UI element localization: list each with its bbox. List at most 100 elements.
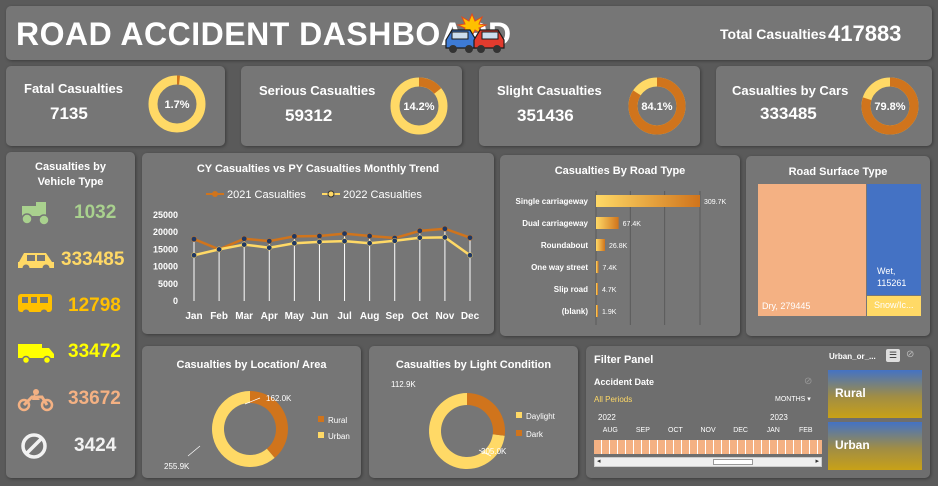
legend-2021: 2021 Casualties bbox=[227, 189, 306, 201]
scroll-left-icon[interactable]: ◂ bbox=[597, 458, 601, 466]
road-type-bar[interactable] bbox=[596, 261, 599, 273]
series-line bbox=[193, 236, 471, 257]
data-point[interactable] bbox=[467, 252, 473, 259]
data-point[interactable] bbox=[442, 234, 448, 241]
data-point[interactable] bbox=[191, 236, 197, 242]
kpi-card-cars: Casualties by Cars 333485 79.8% bbox=[716, 66, 932, 146]
data-point[interactable] bbox=[366, 233, 373, 239]
data-point[interactable] bbox=[241, 235, 248, 242]
light-condition-card: Casualties by Light Condition 112.9K 305… bbox=[369, 346, 578, 478]
road-type-bar[interactable] bbox=[596, 195, 700, 207]
kpi-value: 59312 bbox=[285, 106, 333, 125]
donut-segment[interactable] bbox=[467, 393, 505, 436]
x-tick-label: Nov bbox=[435, 311, 454, 322]
kpi-percent: 84.1% bbox=[641, 101, 672, 113]
header-bar: ROAD ACCIDENT DASHBOARD Total Casualties… bbox=[6, 6, 932, 60]
all-periods-label: All Periods bbox=[594, 395, 633, 404]
road-type-label: Single carriageway bbox=[516, 197, 589, 206]
kpi-percent: 14.2% bbox=[403, 101, 434, 113]
data-point[interactable] bbox=[416, 234, 423, 241]
data-point[interactable] bbox=[266, 238, 273, 244]
slicer-rural-label: Rural bbox=[835, 386, 866, 400]
surface-wet-tile[interactable]: Wet, 115261 bbox=[867, 184, 921, 295]
granularity-value: MONTHS bbox=[775, 396, 806, 403]
timeline-month[interactable]: DEC bbox=[724, 427, 757, 437]
legend-daylight: Daylight bbox=[526, 412, 556, 421]
road-type-bar[interactable] bbox=[596, 217, 619, 229]
kpi-donut: 1.7% bbox=[148, 75, 206, 133]
multi-select-icon[interactable]: ☰ bbox=[886, 349, 900, 362]
legend-urban: Urban bbox=[328, 432, 350, 441]
timeline-year-2023: 2023 bbox=[770, 413, 788, 422]
legend-dark: Dark bbox=[526, 430, 544, 439]
trend-chart: 2021 Casualties 2022 Casualties 0 5000 100… bbox=[153, 189, 480, 322]
x-tick-label: Feb bbox=[210, 311, 228, 322]
legend-2022: 2022 Casualties bbox=[343, 189, 422, 201]
timeline-scrollbar[interactable]: ◂ ▸ bbox=[594, 457, 822, 467]
road-type-bar[interactable] bbox=[596, 239, 605, 251]
filter-panel: Filter Panel Accident Date ⊘ All Periods… bbox=[586, 346, 930, 478]
kpi-label: Fatal Casualties bbox=[24, 81, 123, 96]
kpi-value: 333485 bbox=[760, 104, 817, 123]
data-point[interactable] bbox=[341, 238, 348, 244]
data-point[interactable] bbox=[467, 234, 473, 241]
data-point[interactable] bbox=[216, 246, 222, 253]
surface-dry-tile[interactable]: Dry, 279445 bbox=[758, 184, 866, 316]
data-point[interactable] bbox=[442, 225, 448, 232]
motorcycle-value: 33672 bbox=[68, 388, 121, 409]
timeline-month[interactable]: SEP bbox=[627, 427, 660, 437]
data-point[interactable] bbox=[291, 233, 298, 240]
road-type-chart: Single carriageway 309.7K Dual carriageway… bbox=[516, 191, 727, 325]
data-point[interactable] bbox=[366, 240, 373, 247]
kpi-percent: 1.7% bbox=[164, 99, 189, 111]
slicer-button-rural[interactable]: Rural bbox=[828, 370, 922, 418]
kpi-card-fatal: Fatal Casualties 7135 1.7% bbox=[6, 66, 225, 146]
kpi-label: Slight Casualties bbox=[497, 83, 602, 98]
scroll-right-icon[interactable]: ▸ bbox=[815, 458, 819, 466]
slicer-button-urban[interactable]: Urban bbox=[828, 422, 922, 470]
data-point[interactable] bbox=[191, 252, 197, 259]
tractor-value: 1032 bbox=[74, 202, 117, 223]
data-point[interactable] bbox=[291, 240, 298, 247]
rural-data-label: 162.0K bbox=[266, 394, 292, 403]
data-point[interactable] bbox=[316, 233, 323, 239]
data-point[interactable] bbox=[391, 237, 398, 244]
timeline-month[interactable]: AUG bbox=[594, 427, 627, 437]
x-tick-label: Sep bbox=[386, 311, 404, 322]
timeline-month[interactable]: NOV bbox=[692, 427, 725, 437]
vehicle-title-line1: Casualties by bbox=[35, 161, 106, 173]
vehicle-type-card: Casualties by Vehicle Type 1032 333485 1… bbox=[6, 152, 135, 478]
surface-snow-tile[interactable]: Snow/Ic... bbox=[867, 296, 921, 316]
y-tick-label: 0 bbox=[173, 296, 178, 306]
timeline-bar[interactable] bbox=[594, 440, 822, 454]
timeline-month[interactable]: FEB bbox=[789, 427, 822, 437]
road-type-bar[interactable] bbox=[596, 283, 598, 295]
data-point[interactable] bbox=[241, 241, 248, 248]
kpi-label: Casualties by Cars bbox=[732, 83, 849, 98]
data-point[interactable] bbox=[341, 230, 348, 237]
data-point[interactable] bbox=[416, 227, 423, 234]
timeline-month[interactable]: JAN bbox=[757, 427, 790, 437]
timeline-month[interactable]: OCT bbox=[659, 427, 692, 437]
location-donut: 162.0K 255.9K Rural Urban bbox=[164, 391, 350, 471]
road-type-value: 7.4K bbox=[602, 265, 617, 272]
granularity-dropdown[interactable]: MONTHS ▾ bbox=[775, 395, 811, 403]
x-tick-label: Dec bbox=[461, 311, 480, 322]
x-tick-label: May bbox=[285, 311, 305, 322]
no-entry-icon bbox=[21, 433, 47, 459]
other-vehicle-value: 3424 bbox=[74, 435, 117, 456]
clear-filter-icon[interactable]: ⊘ bbox=[804, 376, 812, 387]
clear-slicer-icon[interactable]: ⊘ bbox=[906, 349, 914, 360]
slicer-urban-label: Urban bbox=[835, 438, 870, 452]
data-point[interactable] bbox=[316, 238, 323, 245]
daylight-data-label: 305.0K bbox=[481, 447, 507, 456]
road-type-label: Roundabout bbox=[541, 241, 588, 250]
location-card: Casualties by Location/ Area 162.0K 255.… bbox=[142, 346, 361, 478]
accident-date-label: Accident Date bbox=[594, 377, 655, 387]
urban-data-label: 255.9K bbox=[164, 462, 190, 471]
road-type-label: Slip road bbox=[554, 285, 588, 294]
data-point[interactable] bbox=[266, 244, 273, 251]
surface-wet-label-2: 115261 bbox=[877, 278, 907, 288]
scrollbar-thumb[interactable] bbox=[713, 459, 753, 465]
road-type-bar[interactable] bbox=[596, 305, 598, 317]
